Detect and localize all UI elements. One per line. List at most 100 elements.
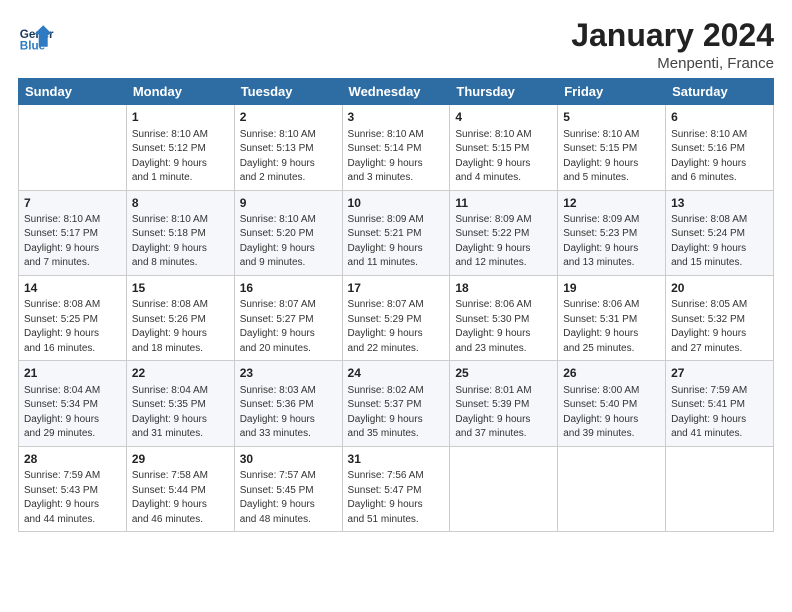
table-row: 18Sunrise: 8:06 AM Sunset: 5:30 PM Dayli… (450, 275, 558, 360)
calendar-table: Sunday Monday Tuesday Wednesday Thursday… (18, 78, 774, 532)
table-row: 19Sunrise: 8:06 AM Sunset: 5:31 PM Dayli… (558, 275, 666, 360)
day-info: Sunrise: 8:05 AM Sunset: 5:32 PM Dayligh… (671, 298, 768, 356)
table-row: 9Sunrise: 8:10 AM Sunset: 5:20 PM Daylig… (234, 190, 342, 275)
day-number: 1 (132, 109, 229, 126)
day-number: 4 (455, 109, 552, 126)
table-row (558, 446, 666, 531)
day-number: 22 (132, 365, 229, 382)
day-number: 20 (671, 280, 768, 297)
table-row: 16Sunrise: 8:07 AM Sunset: 5:27 PM Dayli… (234, 275, 342, 360)
day-info: Sunrise: 8:10 AM Sunset: 5:15 PM Dayligh… (563, 128, 660, 186)
table-row (666, 446, 774, 531)
table-row: 24 Sunrise: 8:02 AM Sunset: 5:37 PM Dayli… (342, 361, 450, 446)
day-number: 15 (132, 280, 229, 297)
day-info: Sunrise: 8:03 AM Sunset: 5:36 PM Dayligh… (240, 384, 337, 442)
month-title: January 2024 (571, 18, 774, 53)
day-info: Sunrise: 8:09 AM Sunset: 5:21 PM Dayligh… (348, 213, 445, 271)
col-saturday: Saturday (666, 79, 774, 105)
table-row: 26 Sunrise: 8:00 AM Sunset: 5:40 PM Dayli… (558, 361, 666, 446)
day-number: 2 (240, 109, 337, 126)
day-number: 10 (348, 195, 445, 212)
col-monday: Monday (126, 79, 234, 105)
day-number: 27 (671, 365, 768, 382)
day-info: Sunrise: 8:10 AM Sunset: 5:13 PM Dayligh… (240, 128, 337, 186)
table-row: 25 Sunrise: 8:01 AM Sunset: 5:39 PM Dayli… (450, 361, 558, 446)
day-info: Sunrise: 8:08 AM Sunset: 5:24 PM Dayligh… (671, 213, 768, 271)
table-row: 22 Sunrise: 8:04 AM Sunset: 5:35 PM Dayli… (126, 361, 234, 446)
day-number: 28 (24, 451, 121, 468)
table-row (450, 446, 558, 531)
table-row: 31Sunrise: 7:56 AM Sunset: 5:47 PM Dayli… (342, 446, 450, 531)
day-info: Sunrise: 7:57 AM Sunset: 5:45 PM Dayligh… (240, 469, 337, 527)
table-row: 15Sunrise: 8:08 AM Sunset: 5:26 PM Dayli… (126, 275, 234, 360)
week-row-3: 14Sunrise: 8:08 AM Sunset: 5:25 PM Dayli… (19, 275, 774, 360)
table-row: 29Sunrise: 7:58 AM Sunset: 5:44 PM Dayli… (126, 446, 234, 531)
day-info: Sunrise: 8:00 AM Sunset: 5:40 PM Dayligh… (563, 384, 660, 442)
table-row: 14Sunrise: 8:08 AM Sunset: 5:25 PM Dayli… (19, 275, 127, 360)
day-number: 30 (240, 451, 337, 468)
col-sunday: Sunday (19, 79, 127, 105)
col-thursday: Thursday (450, 79, 558, 105)
table-row: 8Sunrise: 8:10 AM Sunset: 5:18 PM Daylig… (126, 190, 234, 275)
day-info: Sunrise: 8:07 AM Sunset: 5:29 PM Dayligh… (348, 298, 445, 356)
day-number: 23 (240, 365, 337, 382)
col-wednesday: Wednesday (342, 79, 450, 105)
week-row-5: 28Sunrise: 7:59 AM Sunset: 5:43 PM Dayli… (19, 446, 774, 531)
table-row: 13Sunrise: 8:08 AM Sunset: 5:24 PM Dayli… (666, 190, 774, 275)
week-row-2: 7Sunrise: 8:10 AM Sunset: 5:17 PM Daylig… (19, 190, 774, 275)
logo-icon: General Blue (18, 18, 54, 54)
logo: General Blue (18, 18, 54, 54)
day-info: Sunrise: 8:10 AM Sunset: 5:17 PM Dayligh… (24, 213, 121, 271)
day-number: 5 (563, 109, 660, 126)
day-info: Sunrise: 8:09 AM Sunset: 5:22 PM Dayligh… (455, 213, 552, 271)
col-tuesday: Tuesday (234, 79, 342, 105)
day-info: Sunrise: 8:02 AM Sunset: 5:37 PM Dayligh… (348, 384, 445, 442)
table-row: 6 Sunrise: 8:10 AM Sunset: 5:16 PM Daylig… (666, 105, 774, 190)
table-row: 20Sunrise: 8:05 AM Sunset: 5:32 PM Dayli… (666, 275, 774, 360)
day-number: 31 (348, 451, 445, 468)
table-row: 21 Sunrise: 8:04 AM Sunset: 5:34 PM Dayli… (19, 361, 127, 446)
day-number: 12 (563, 195, 660, 212)
day-number: 14 (24, 280, 121, 297)
day-info: Sunrise: 8:04 AM Sunset: 5:35 PM Dayligh… (132, 384, 229, 442)
day-number: 24 (348, 365, 445, 382)
day-info: Sunrise: 8:06 AM Sunset: 5:30 PM Dayligh… (455, 298, 552, 356)
day-info: Sunrise: 8:04 AM Sunset: 5:34 PM Dayligh… (24, 384, 121, 442)
day-info: Sunrise: 8:07 AM Sunset: 5:27 PM Dayligh… (240, 298, 337, 356)
day-info: Sunrise: 7:59 AM Sunset: 5:43 PM Dayligh… (24, 469, 121, 527)
header: General Blue January 2024 Menpenti, Fran… (18, 18, 774, 72)
table-row: 5 Sunrise: 8:10 AM Sunset: 5:15 PM Daylig… (558, 105, 666, 190)
day-info: Sunrise: 8:09 AM Sunset: 5:23 PM Dayligh… (563, 213, 660, 271)
page: General Blue January 2024 Menpenti, Fran… (0, 0, 792, 612)
day-number: 9 (240, 195, 337, 212)
day-info: Sunrise: 8:08 AM Sunset: 5:26 PM Dayligh… (132, 298, 229, 356)
day-info: Sunrise: 8:10 AM Sunset: 5:12 PM Dayligh… (132, 128, 229, 186)
table-row: 17Sunrise: 8:07 AM Sunset: 5:29 PM Dayli… (342, 275, 450, 360)
day-info: Sunrise: 8:06 AM Sunset: 5:31 PM Dayligh… (563, 298, 660, 356)
day-info: Sunrise: 8:10 AM Sunset: 5:14 PM Dayligh… (348, 128, 445, 186)
day-info: Sunrise: 8:10 AM Sunset: 5:20 PM Dayligh… (240, 213, 337, 271)
day-info: Sunrise: 8:10 AM Sunset: 5:16 PM Dayligh… (671, 128, 768, 186)
day-number: 18 (455, 280, 552, 297)
day-info: Sunrise: 8:10 AM Sunset: 5:18 PM Dayligh… (132, 213, 229, 271)
table-row: 11Sunrise: 8:09 AM Sunset: 5:22 PM Dayli… (450, 190, 558, 275)
day-number: 26 (563, 365, 660, 382)
day-number: 16 (240, 280, 337, 297)
day-number: 8 (132, 195, 229, 212)
day-info: Sunrise: 7:58 AM Sunset: 5:44 PM Dayligh… (132, 469, 229, 527)
table-row: 28Sunrise: 7:59 AM Sunset: 5:43 PM Dayli… (19, 446, 127, 531)
table-row: 23 Sunrise: 8:03 AM Sunset: 5:36 PM Dayli… (234, 361, 342, 446)
col-friday: Friday (558, 79, 666, 105)
day-number: 13 (671, 195, 768, 212)
day-info: Sunrise: 7:59 AM Sunset: 5:41 PM Dayligh… (671, 384, 768, 442)
day-info: Sunrise: 8:01 AM Sunset: 5:39 PM Dayligh… (455, 384, 552, 442)
table-row: 30Sunrise: 7:57 AM Sunset: 5:45 PM Dayli… (234, 446, 342, 531)
day-number: 19 (563, 280, 660, 297)
day-number: 29 (132, 451, 229, 468)
day-number: 25 (455, 365, 552, 382)
day-number: 6 (671, 109, 768, 126)
table-row: 27 Sunrise: 7:59 AM Sunset: 5:41 PM Dayli… (666, 361, 774, 446)
day-number: 21 (24, 365, 121, 382)
table-row: 4Sunrise: 8:10 AM Sunset: 5:15 PM Daylig… (450, 105, 558, 190)
week-row-4: 21 Sunrise: 8:04 AM Sunset: 5:34 PM Dayli… (19, 361, 774, 446)
